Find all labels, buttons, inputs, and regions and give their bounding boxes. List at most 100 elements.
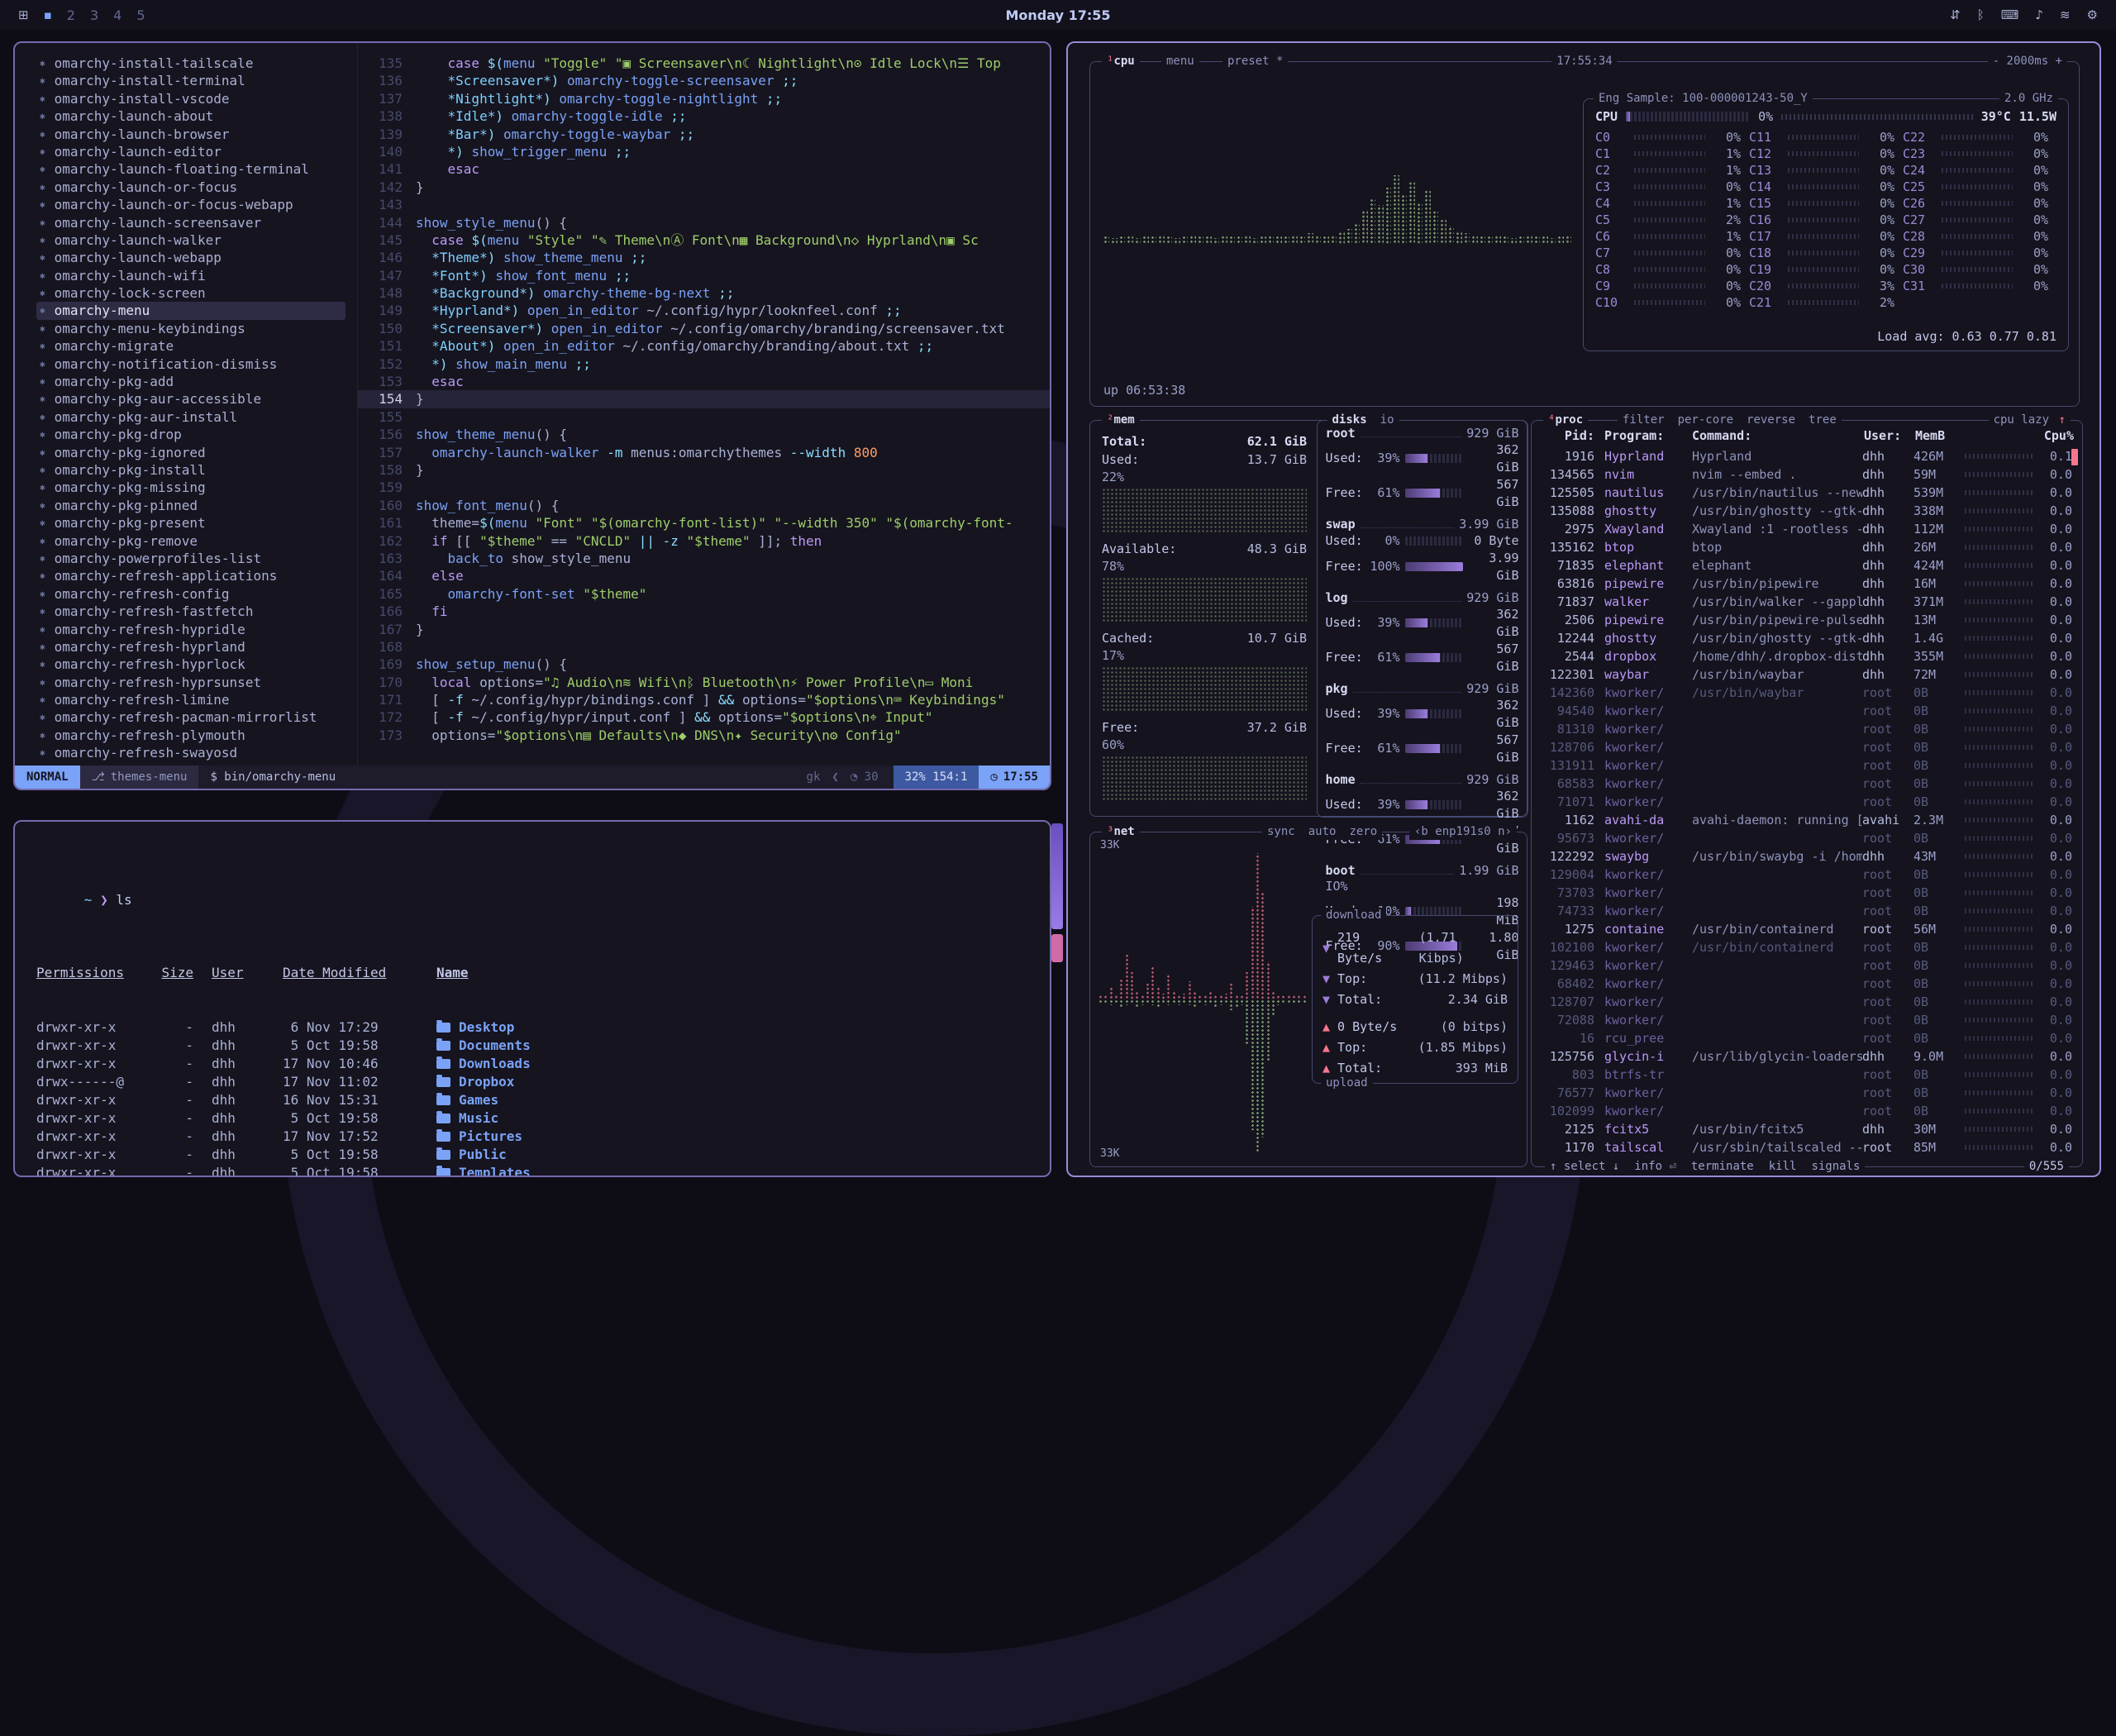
preset-button[interactable]: preset * (1222, 54, 1288, 69)
tab-net[interactable]: ³net (1102, 824, 1140, 840)
process-row[interactable]: 122292swaybg/usr/bin/swaybg -i /homdhh43… (1535, 847, 2077, 866)
footer-action[interactable]: signals (1811, 1159, 1860, 1175)
file-item[interactable]: ✱omarchy-pkg-pinned (36, 497, 346, 514)
process-row[interactable]: 2975XwaylandXwayland :1 -rootless -dhh11… (1535, 520, 2077, 538)
file-item[interactable]: ✱omarchy-launch-webapp (36, 249, 346, 266)
scroll-up-icon[interactable]: ↑ (2054, 413, 2071, 428)
process-row[interactable]: 72088kworker/root0B0.0 (1535, 1011, 2077, 1029)
process-row[interactable]: 71071kworker/root0B0.0 (1535, 793, 2077, 811)
file-item[interactable]: ✱omarchy-install-terminal (36, 72, 346, 89)
process-row[interactable]: 1162avahi-daavahi-daemon: running [avahi… (1535, 811, 2077, 829)
tab-mem[interactable]: ²mem (1102, 413, 1140, 428)
process-row[interactable]: 2506pipewire/usr/bin/pipewire-pulsedhh13… (1535, 611, 2077, 629)
file-item[interactable]: ✱omarchy-pkg-drop (36, 426, 346, 443)
workspace-2[interactable]: 2 (67, 7, 75, 23)
file-item[interactable]: ✱omarchy-refresh-swayosd (36, 744, 346, 761)
file-item[interactable]: ✱omarchy-pkg-ignored (36, 444, 346, 461)
process-row[interactable]: 135162btopbtopdhh26M0.0 (1535, 538, 2077, 556)
process-row[interactable]: 1275containe/usr/bin/containerdroot56M0.… (1535, 920, 2077, 938)
process-row[interactable]: 71835elephantelephantdhh424M0.0 (1535, 556, 2077, 575)
tab-cpu[interactable]: ¹cpu (1102, 54, 1140, 69)
terminal-window[interactable]: ~ ❯ ls PermissionsSizeUserDate ModifiedN… (13, 820, 1051, 1177)
workspace-icon[interactable]: ⊞ (18, 7, 29, 22)
net-interface[interactable]: ‹b enp191s0 n› (1409, 824, 1517, 840)
footer-action[interactable]: kill (1769, 1159, 1797, 1175)
bluetooth-icon[interactable]: ᛒ (1977, 7, 1985, 22)
process-row[interactable]: 125756glycin-i/usr/lib/glycin-loadersdhh… (1535, 1047, 2077, 1066)
file-item[interactable]: ✱omarchy-launch-or-focus (36, 179, 346, 196)
file-item[interactable]: ✱omarchy-install-tailscale (36, 55, 346, 72)
process-row[interactable]: 68583kworker/root0B0.0 (1535, 775, 2077, 793)
process-row[interactable]: 95673kworker/root0B0.0 (1535, 829, 2077, 847)
net-tabs[interactable]: syncautozero (1262, 824, 1382, 840)
settings-icon[interactable]: ⚙ (2087, 7, 2098, 22)
process-row[interactable]: 2125fcitx5/usr/bin/fcitx5dhh30M0.0 (1535, 1120, 2077, 1138)
process-row[interactable]: 71837walker/usr/bin/walker --gappldhh371… (1535, 593, 2077, 611)
file-item[interactable]: ✱omarchy-pkg-missing (36, 479, 346, 496)
file-item[interactable]: ✱omarchy-refresh-hyprsunset (36, 674, 346, 691)
process-row[interactable]: 129004kworker/root0B0.0 (1535, 866, 2077, 884)
sort-mode[interactable]: cpu lazy (1989, 413, 2054, 428)
file-item[interactable]: ✱omarchy-launch-floating-terminal (36, 160, 346, 178)
file-item[interactable]: ✱omarchy-refresh-hyprland (36, 638, 346, 656)
scrollbar-thumb[interactable] (2071, 449, 2078, 465)
process-row[interactable]: 73703kworker/root0B0.0 (1535, 884, 2077, 902)
file-item[interactable]: ✱omarchy-refresh-hypridle (36, 621, 346, 638)
refresh-interval[interactable]: - 2000ms + (1988, 54, 2067, 69)
file-item[interactable]: ✱omarchy-pkg-add (36, 373, 346, 390)
file-item[interactable]: ✱omarchy-pkg-aur-accessible (36, 390, 346, 408)
process-row[interactable]: 1916HyprlandHyprlanddhh426M0.1 (1535, 447, 2077, 465)
workspace-3[interactable]: 3 (90, 7, 98, 23)
file-item[interactable]: ✱omarchy-powerprofiles-list (36, 550, 346, 567)
file-item[interactable]: ✱omarchy-refresh-fastfetch (36, 603, 346, 620)
keyboard-layout-icon[interactable]: ⌨ (2001, 7, 2019, 22)
process-row[interactable]: 94540kworker/root0B0.0 (1535, 702, 2077, 720)
process-row[interactable]: 129463kworker/root0B0.0 (1535, 956, 2077, 975)
network-icon[interactable]: ≋ (2060, 7, 2071, 22)
process-row[interactable]: 135088ghostty/usr/bin/ghostty --gtk-dhh3… (1535, 502, 2077, 520)
file-item[interactable]: ✱omarchy-notification-dismiss (36, 355, 346, 373)
process-row[interactable]: 76577kworker/root0B0.0 (1535, 1084, 2077, 1102)
file-item[interactable]: ✱omarchy-migrate (36, 337, 346, 355)
file-item[interactable]: ✱omarchy-pkg-remove (36, 532, 346, 550)
footer-action[interactable]: terminate (1691, 1159, 1754, 1175)
process-row[interactable]: 81310kworker/root0B0.0 (1535, 720, 2077, 738)
process-row[interactable]: 1170tailscal/usr/sbin/tailscaled --root8… (1535, 1138, 2077, 1155)
file-item[interactable]: ✱omarchy-refresh-config (36, 585, 346, 603)
file-item[interactable]: ✱omarchy-install-vscode (36, 90, 346, 107)
process-row[interactable]: 2544dropbox/home/dhh/.dropbox-distdhh355… (1535, 647, 2077, 665)
process-row[interactable]: 131911kworker/root0B0.0 (1535, 756, 2077, 775)
process-row[interactable]: 128707kworker/root0B0.0 (1535, 993, 2077, 1011)
file-item[interactable]: ✱omarchy-launch-about (36, 107, 346, 125)
process-row[interactable]: 74733kworker/root0B0.0 (1535, 902, 2077, 920)
file-item[interactable]: ✱omarchy-refresh-applications (36, 567, 346, 584)
file-item[interactable]: ✱omarchy-refresh-limine (36, 691, 346, 708)
process-row[interactable]: 122301waybar/usr/bin/waybardhh72M0.0 (1535, 665, 2077, 684)
workspace-icon[interactable]: ▪ (44, 7, 52, 22)
process-row[interactable]: 142360kworker//usr/bin/waybarroot0B0.0 (1535, 684, 2077, 702)
updates-icon[interactable]: ⇵ (1950, 7, 1961, 22)
file-item[interactable]: ✱omarchy-launch-editor (36, 143, 346, 160)
file-item[interactable]: ✱omarchy-menu (36, 302, 346, 319)
disks-tabs[interactable]: disksio (1327, 413, 1399, 428)
process-row[interactable]: 803btrfs-trroot0B0.0 (1535, 1066, 2077, 1084)
file-item[interactable]: ✱omarchy-menu-keybindings (36, 320, 346, 337)
file-item[interactable]: ✱omarchy-pkg-install (36, 461, 346, 479)
file-item[interactable]: ✱omarchy-launch-screensaver (36, 214, 346, 231)
file-item[interactable]: ✱omarchy-launch-wifi (36, 267, 346, 284)
file-item[interactable]: ✱omarchy-launch-or-focus-webapp (36, 196, 346, 213)
footer-action[interactable]: info ⏎ (1634, 1159, 1676, 1175)
process-row[interactable]: 134565nvimnvim --embed .dhh59M0.0 (1535, 465, 2077, 484)
menu-button[interactable]: menu (1161, 54, 1199, 69)
process-row[interactable]: 102099kworker/root0B0.0 (1535, 1102, 2077, 1120)
file-item[interactable]: ✱omarchy-lock-screen (36, 284, 346, 302)
file-item[interactable]: ✱omarchy-pkg-present (36, 514, 346, 532)
file-item[interactable]: ✱omarchy-launch-walker (36, 231, 346, 249)
file-item[interactable]: ✱omarchy-refresh-plymouth (36, 727, 346, 744)
process-row[interactable]: 16rcu_preeroot0B0.0 (1535, 1029, 2077, 1047)
process-row[interactable]: 102100kworker//usr/bin/containerdroot0B0… (1535, 938, 2077, 956)
workspace-5[interactable]: 5 (136, 7, 145, 23)
process-row[interactable]: 12244ghostty/usr/bin/ghostty --gtk-dhh1.… (1535, 629, 2077, 647)
file-item[interactable]: ✱omarchy-refresh-pacman-mirrorlist (36, 708, 346, 726)
process-row[interactable]: 128706kworker/root0B0.0 (1535, 738, 2077, 756)
